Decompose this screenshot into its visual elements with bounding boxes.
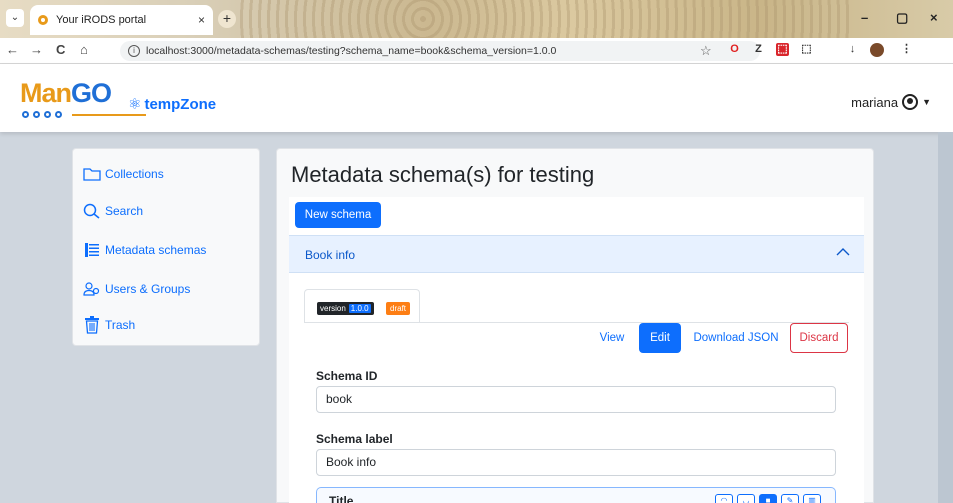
zone-icon: ⚛ <box>128 96 142 113</box>
puzzle-extension-icon[interactable]: ⬚ <box>800 43 813 56</box>
tab-close-button[interactable]: × <box>198 13 205 27</box>
status-badge: draft <box>386 302 411 315</box>
move-down-icon[interactable]: ◡ <box>737 494 755 503</box>
url-text: localhost:3000/metadata-schemas/testing?… <box>146 45 557 57</box>
browser-tab[interactable]: Your iRODS portal × <box>30 5 213 35</box>
field-card-title: Title ◠ ◡ ■ ✎ ▥ <box>316 487 836 503</box>
maximize-button[interactable]: ▢ <box>896 10 908 26</box>
browser-tab-strip: ⌄ Your iRODS portal × + – ▢ × <box>0 0 953 38</box>
schema-id-label: Schema ID <box>316 369 378 383</box>
site-info-icon[interactable]: i <box>128 45 140 57</box>
user-name: mariana <box>851 94 899 110</box>
schema-id-field[interactable]: book <box>316 386 836 413</box>
zone-name: tempZone <box>144 95 217 113</box>
z-extension-icon[interactable]: Z <box>752 43 765 56</box>
view-button[interactable]: View <box>597 323 627 353</box>
user-menu[interactable]: mariana ▼ <box>851 94 931 110</box>
delete-field-icon[interactable]: ▥ <box>803 494 821 503</box>
accordion-title: Book info <box>305 248 356 262</box>
sidebar-item-search[interactable]: Search <box>83 203 143 219</box>
home-button[interactable]: ⌂ <box>80 42 88 57</box>
sidebar-item-collections[interactable]: Collections <box>83 166 164 182</box>
accordion-header-book-info[interactable]: Book info <box>289 235 864 273</box>
tab-favicon-icon <box>38 15 48 25</box>
logo-decoration <box>22 111 146 118</box>
reload-button[interactable]: C <box>56 42 65 57</box>
discard-button[interactable]: Discard <box>790 323 848 353</box>
download-icon[interactable]: ↓ <box>846 43 859 56</box>
chevron-down-icon: ▼ <box>922 97 931 107</box>
url-input[interactable]: i localhost:3000/metadata-schemas/testin… <box>120 41 760 61</box>
move-up-icon[interactable]: ◠ <box>715 494 733 503</box>
zone-link[interactable]: ⚛ tempZone <box>128 95 217 114</box>
chevron-up-icon[interactable] <box>836 244 850 260</box>
pdf-extension-icon[interactable]: ⬚ <box>776 43 789 56</box>
minimize-button[interactable]: – <box>861 10 868 25</box>
new-schema-button[interactable]: New schema <box>295 202 381 228</box>
back-button[interactable]: ← <box>6 42 19 57</box>
schema-label-field[interactable]: Book info <box>316 449 836 476</box>
edit-field-icon[interactable]: ✎ <box>781 494 799 503</box>
main-panel: Metadata schema(s) for testing New schem… <box>276 148 874 503</box>
forward-button[interactable]: → <box>30 42 43 57</box>
address-bar-row: ← → C ⌂ i localhost:3000/metadata-schema… <box>0 38 953 64</box>
browser-menu-icon[interactable]: ⋮ <box>900 43 913 56</box>
bookmark-star-icon[interactable]: ☆ <box>700 43 712 59</box>
version-number: 1.0.0 <box>348 304 371 313</box>
version-badge: version 1.0.0 <box>317 302 374 315</box>
sidebar-item-users-groups[interactable]: Users & Groups <box>83 281 190 297</box>
sidebar: Collections Search Metadata schemas User… <box>72 148 260 346</box>
edit-button[interactable]: Edit <box>639 323 681 353</box>
sidebar-item-metadata-schemas[interactable]: Metadata schemas <box>83 242 206 258</box>
tab-title: Your iRODS portal <box>56 14 147 26</box>
folder-icon <box>83 166 101 182</box>
download-json-button[interactable]: Download JSON <box>689 323 783 353</box>
tab-search-menu[interactable]: ⌄ <box>6 9 24 27</box>
profile-avatar[interactable] <box>870 43 884 57</box>
schema-label-label: Schema label <box>316 432 393 446</box>
close-window-button[interactable]: × <box>930 10 938 25</box>
theme-pattern <box>240 0 850 38</box>
view-field-icon[interactable]: ■ <box>759 494 777 503</box>
tab-version-1-0-0[interactable]: version 1.0.0 draft <box>304 289 420 322</box>
list-icon <box>83 242 101 258</box>
desktop-edge <box>938 132 953 503</box>
new-tab-button[interactable]: + <box>218 10 236 28</box>
opera-extension-icon[interactable]: O <box>728 43 741 56</box>
app-navbar: ManGO ⚛ tempZone mariana ▼ <box>0 64 953 132</box>
trash-icon <box>83 316 101 334</box>
field-card-title-label: Title <box>329 494 354 503</box>
search-icon <box>83 203 101 219</box>
mango-logo[interactable]: ManGO <box>20 78 112 109</box>
users-icon <box>83 281 101 297</box>
user-circle-icon <box>902 94 919 110</box>
page-title: Metadata schema(s) for testing <box>291 162 595 187</box>
sidebar-item-trash[interactable]: Trash <box>83 316 135 334</box>
